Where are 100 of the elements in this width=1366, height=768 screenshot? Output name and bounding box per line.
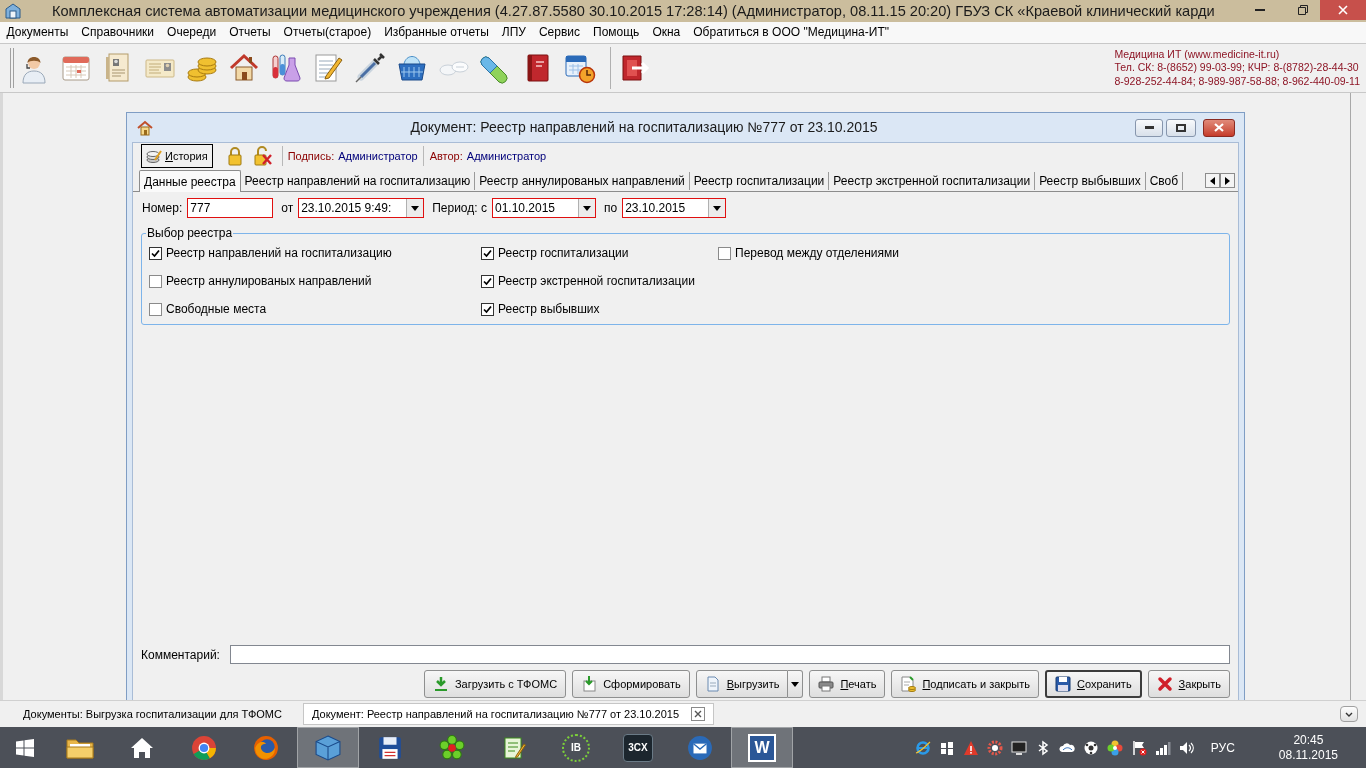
menu-item[interactable]: Отчеты(старое)	[277, 22, 378, 43]
checkbox-label[interactable]: Перевод между отделениями	[735, 244, 900, 262]
dropdown-button[interactable]	[708, 199, 726, 217]
history-button[interactable]: История	[141, 144, 213, 168]
comment-label: Комментарий:	[141, 646, 221, 664]
flower-icon[interactable]	[1106, 739, 1123, 756]
close-button[interactable]: Закрыть	[1147, 670, 1230, 698]
house-icon[interactable]	[228, 52, 260, 84]
lock-x-icon[interactable]	[253, 146, 272, 166]
notepad-pencil-icon[interactable]	[312, 52, 344, 84]
clock-date[interactable]: 08.11.2015	[1278, 747, 1338, 763]
checkbox[interactable]	[149, 274, 162, 288]
dropdown-button[interactable]	[406, 199, 424, 217]
windows-flag-icon[interactable]	[938, 739, 955, 756]
ball-icon[interactable]	[1082, 739, 1099, 756]
checkbox[interactable]	[149, 302, 162, 316]
menu-item[interactable]: ЛПУ	[495, 22, 533, 43]
checkbox[interactable]	[481, 274, 494, 288]
menu-item[interactable]: Отчеты	[222, 22, 278, 43]
notepad-icon	[502, 735, 526, 760]
sign-close-button[interactable]: Подписать и закрыть	[891, 670, 1039, 698]
window-tab[interactable]: Документы: Выгрузка госпитализации для ТФОМС	[14, 703, 291, 725]
close-icon[interactable]	[691, 707, 706, 721]
maximize-button[interactable]	[1166, 118, 1196, 137]
menu-item[interactable]: Избранные отчеты	[377, 22, 496, 43]
scroll-left-button[interactable]	[1205, 173, 1220, 188]
caret-icon	[411, 205, 420, 211]
date-field[interactable]: 23.10.2015	[622, 198, 727, 218]
tab[interactable]: Данные реестра	[139, 170, 241, 192]
checkbox-label[interactable]: Реестр госпитализации	[498, 244, 629, 262]
tab[interactable]: Реестр госпитализации	[689, 172, 830, 190]
text-field[interactable]: 777	[187, 198, 274, 218]
load-button[interactable]: Загрузить с ТФОМС	[423, 670, 567, 698]
window-tab[interactable]: Документ: Реестр направлений на госпитализацию №777 от 23.10.2015	[302, 703, 715, 725]
checkbox-label[interactable]: Реестр экстренной госпитализации	[498, 272, 695, 290]
field-label: от	[281, 200, 294, 217]
menu-item[interactable]: Сервис	[532, 22, 587, 43]
tab[interactable]: Реестр выбывших	[1035, 172, 1146, 190]
windows-logo-icon	[14, 737, 35, 758]
generate-button[interactable]: Сформировать	[572, 670, 690, 698]
menu-item[interactable]: Документы	[0, 22, 75, 43]
checkbox[interactable]	[718, 246, 731, 260]
menu-item[interactable]: Справочники	[74, 22, 161, 43]
dropdown-button[interactable]	[788, 670, 804, 698]
taskbar-button[interactable]: IB	[545, 727, 607, 768]
calendar-clock-icon[interactable]	[564, 52, 596, 84]
taskbar-button[interactable]: 3CX	[607, 727, 669, 768]
date-field[interactable]: 01.10.2015	[491, 198, 596, 218]
syringe-icon[interactable]	[354, 52, 386, 84]
minimize-button[interactable]	[1135, 118, 1163, 137]
menu-item[interactable]: Окна	[645, 22, 687, 43]
contact-text: Тел. СК: 8-(8652) 99-03-99; КЧР: 8-(8782)-28-44-30	[1114, 61, 1360, 75]
dropdown-button[interactable]	[577, 199, 595, 217]
language-indicator[interactable]: РУС	[1210, 738, 1235, 757]
browser-icon[interactable]	[914, 739, 931, 756]
app-logo: IB	[562, 733, 590, 762]
checkbox[interactable]	[481, 246, 494, 260]
checkbox-label[interactable]: Реестр направлений на госпитализацию	[166, 244, 392, 262]
lock-icon[interactable]	[226, 146, 243, 166]
save-button[interactable]: Сохранить	[1044, 670, 1142, 698]
tab[interactable]: Реестр направлений на госпитализацию	[240, 172, 476, 190]
warning-icon[interactable]	[962, 739, 979, 756]
group-label: Выбор реестра	[146, 226, 234, 240]
checkbox[interactable]	[149, 246, 162, 260]
monitor-icon[interactable]	[1010, 739, 1027, 756]
print-button[interactable]: Печать	[809, 670, 886, 698]
signature-value: Администратор	[338, 148, 418, 164]
checkbox-label[interactable]: Реестр выбывших	[498, 300, 600, 318]
date-field[interactable]: 23.10.2015 9:49:	[298, 198, 425, 218]
menu-item[interactable]: Обратиться в ООО "Медицина-ИТ"	[686, 22, 896, 43]
window-title: Комплексная система автоматизации медицинского учреждения (4.27.87.5580 30.10.2015 17:28:14) (Администратор, 08.11.15 20:20) ГБУЗ СК «Краевой клинический карди	[52, 2, 1215, 21]
tab[interactable]: Реестр экстренной госпитализации	[829, 172, 1036, 190]
menu-item[interactable]: Очереди	[160, 22, 223, 43]
taskbar-button[interactable]: W	[731, 727, 793, 768]
toolbar-grip[interactable]	[10, 48, 14, 88]
export-button[interactable]: Выгрузить	[695, 670, 789, 698]
browser-icon	[253, 734, 279, 761]
contact-text: Медицина ИТ (www.medicine-it.ru)	[1114, 47, 1281, 62]
checkbox-label[interactable]: Реестр аннулированых направлений	[166, 272, 372, 290]
gear-icon[interactable]	[986, 739, 1003, 756]
exit-icon[interactable]	[619, 52, 651, 84]
checkbox-label[interactable]: Свободные места	[166, 300, 267, 318]
arrow-left-icon	[1210, 176, 1215, 185]
menu-item[interactable]: Помощь	[586, 22, 646, 43]
tab[interactable]: Своб	[1145, 172, 1184, 190]
clock-time[interactable]: 20:45	[1293, 732, 1324, 748]
minimize-icon	[1144, 126, 1154, 129]
scroll-right-button[interactable]	[1220, 173, 1235, 188]
tab[interactable]: Реестр аннулированых направлений	[475, 172, 690, 190]
home-icon	[130, 736, 154, 759]
field-label: Период: с	[432, 200, 487, 217]
browser-icon	[191, 734, 217, 761]
checkbox[interactable]	[481, 302, 494, 316]
flag-icon[interactable]	[1130, 739, 1147, 756]
signal-icon[interactable]	[1154, 739, 1171, 756]
house-icon	[137, 119, 153, 136]
caret-icon	[791, 681, 800, 687]
test-tubes-icon[interactable]	[270, 52, 302, 84]
comment-field[interactable]	[230, 645, 1230, 664]
close-button[interactable]	[1203, 118, 1235, 137]
